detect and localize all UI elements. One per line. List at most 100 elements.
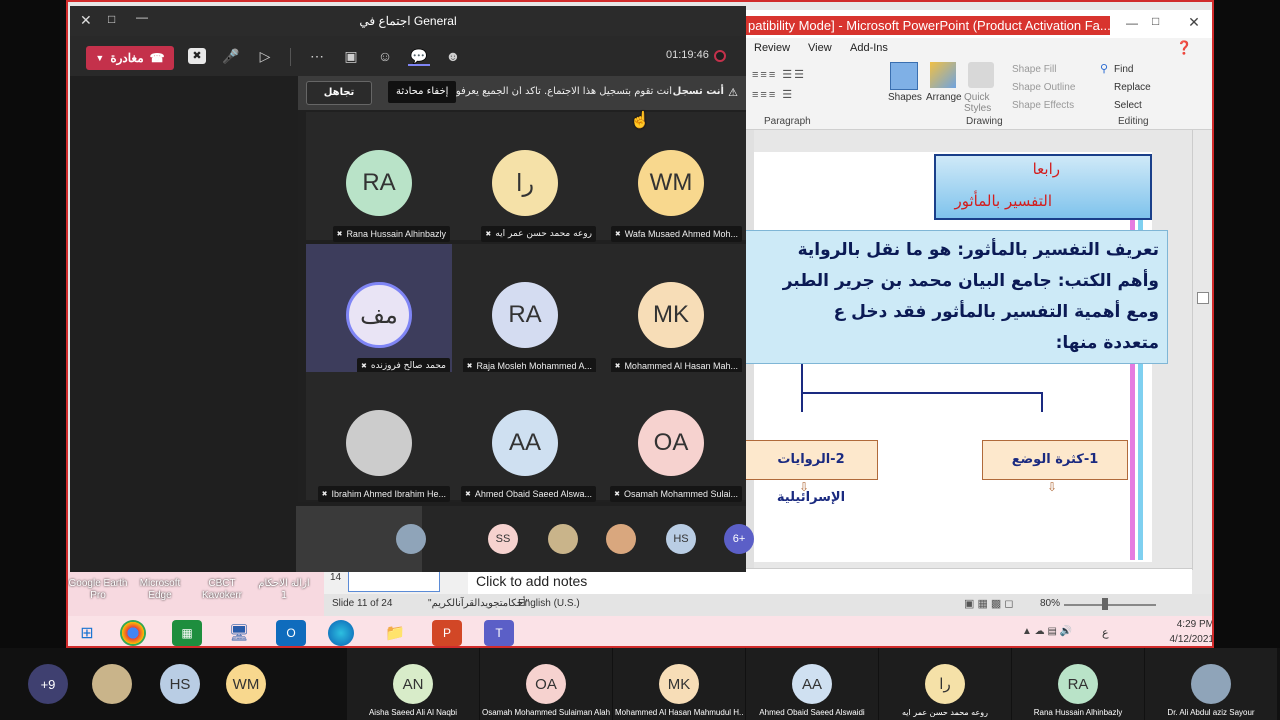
participant-tile[interactable]: AA ✖ Ahmed Obaid Saeed Alswa... [452,372,600,502]
participant-tile[interactable]: مف ✖ محمد صالح فروزنده [306,244,454,374]
language-indicator[interactable]: ع [1102,626,1109,639]
find-button[interactable]: Find [1114,64,1133,75]
shapes-button[interactable]: Shapes [888,92,922,103]
quick-styles-icon[interactable] [968,62,994,88]
shape-outline-button[interactable]: Shape Outline [1012,82,1075,93]
overflow-avatar[interactable] [606,524,636,554]
gallery-tile[interactable]: AA Ahmed Obaid Saeed Alswaidi [746,648,878,720]
slide-text-box[interactable]: تعريف التفسير بالمأثور: هو ما نقل بالروا… [744,230,1168,364]
clock-date[interactable]: 4/12/2021 [1154,634,1213,645]
overflow-avatar[interactable] [548,524,578,554]
windows-start-icon[interactable]: ⊞ [72,620,102,646]
more-participants-badge[interactable]: +9 [28,664,68,704]
scroll-thumb[interactable] [1197,292,1209,304]
participant-tile[interactable]: RA ✖ Rana Hussain Alhinbazly [306,112,454,242]
slide-title-line2: التفسير بالمأثور [954,192,1052,210]
tab-add-ins[interactable]: Add-Ins [850,42,888,54]
remote-desktop-icon[interactable]: 🖥 [224,620,254,646]
leave-button[interactable]: ▼ مغادرة ☎ [86,46,174,70]
desktop-screen: patibility Mode] - Microsoft PowerPoint … [66,0,1214,648]
gallery-avatar[interactable] [292,664,332,704]
gallery-tile[interactable]: RA Rana Hussain Alhinbazly [1012,648,1144,720]
shape-fill-button[interactable]: Shape Fill [1012,64,1056,75]
tab-review[interactable]: Review [754,42,790,54]
desktop-icon-file[interactable]: ازالة الاحكام 1 [254,578,314,602]
overflow-avatar[interactable]: SS [488,524,518,554]
connector-line [801,364,803,412]
teams-icon[interactable]: T [484,620,514,646]
tray-icons[interactable]: ▲ ☁ ▤ 🔊 [1022,626,1072,637]
participants-icon[interactable]: ☻ [442,46,464,66]
participant-name-tag: ✖ Wafa Musaed Ahmed Moh... [610,226,742,242]
recording-banner: ⚠ أنت تسجل أنت تقوم بتسجيل هذا الاجتماع.… [298,76,746,110]
quick-styles-button[interactable]: Quick Styles [964,92,1004,114]
desktop-icon-edge[interactable]: Microsoft Edge [130,578,190,602]
overflow-avatar[interactable]: HS [666,524,696,554]
vertical-scrollbar[interactable] [1192,130,1212,570]
gallery-tile[interactable]: OA Osamah Mohammed Sulaiman Alah... [480,648,612,720]
participant-tile[interactable]: RA ✖ Raja Mosleh Mohammed A... [452,244,600,374]
replace-button[interactable]: Replace [1114,82,1151,93]
recording-banner-title: أنت تسجل [672,86,724,97]
slide-thumbnail[interactable] [348,570,440,592]
participant-name: Osamah Mohammed Sulai... [623,489,738,499]
participant-tile[interactable]: WM ✖ Wafa Musaed Ahmed Moh... [598,112,746,242]
more-participants-button[interactable]: 6+ [724,524,754,554]
participant-tile[interactable]: را ✖ روعه محمد حسن عمر ايه [452,112,600,242]
gallery-tile[interactable]: AN Aisha Saeed Ali Al Naqbi [347,648,479,720]
share-stop-icon[interactable]: ✖ [188,48,206,64]
align-tools-icon[interactable]: ≡≡≡ ☰ [752,88,794,101]
dismiss-button[interactable]: تجاهل [306,81,372,105]
zoom-slider[interactable] [1064,604,1156,606]
more-options-icon[interactable]: ⋯ [306,46,328,66]
gallery-tile[interactable]: را روعه محمد حسن عمر ايه [879,648,1011,720]
microphone-icon[interactable]: 🎤 [220,46,242,66]
slide-box-1[interactable]: 1-كثرة الوضع [982,440,1128,480]
slide-box-2[interactable]: 2-الروايات الإسرائيلية [744,440,878,505]
gallery-tile[interactable]: Dr. Ali Abdul aziz Sayour [1145,648,1277,720]
chrome-icon[interactable] [120,620,146,646]
minimize-button[interactable]: — [1126,16,1138,30]
mouse-cursor-icon: ☝ [630,112,650,129]
participant-avatar [346,410,412,476]
edge-icon[interactable] [328,620,354,646]
participant-name-tag: ✖ Ahmed Obaid Saeed Alswa... [461,486,596,502]
shapes-icon[interactable] [890,62,918,90]
gallery-tile[interactable]: MK Mohammed Al Hasan Mahmudul H... [613,648,745,720]
tab-view[interactable]: View [808,42,832,54]
status-bar: Slide 11 of 24 "أحكامتجويدالقرآنالكريم" … [324,594,1212,616]
participant-tile[interactable]: MK ✖ Mohammed Al Hasan Mah... [598,244,746,374]
file-explorer-icon[interactable]: 📁 [380,620,410,646]
gallery-avatar[interactable]: WM [226,664,266,704]
powerpoint-icon[interactable]: P [432,620,462,646]
participant-avatar: OA [638,410,704,476]
view-buttons-icon[interactable]: ▣ ▦ ▩ ◻ [964,597,1013,610]
arrange-icon[interactable] [930,62,956,88]
help-icon[interactable]: ❓ [1176,40,1192,56]
outlook-icon[interactable]: O [276,620,306,646]
store-icon[interactable]: ▦ [172,620,202,646]
participant-name-tag: ✖ Rana Hussain Alhinbazly [332,226,450,242]
select-button[interactable]: Select [1114,100,1142,111]
paragraph-tools-icon[interactable]: ≡≡≡ ☰☰ [752,68,806,81]
reactions-icon[interactable]: ☺ [374,46,396,66]
maximize-button[interactable]: □ [1152,14,1159,28]
participant-tile[interactable]: ✖ Ibrahim Ahmed Ibrahim He... [306,372,454,502]
gallery-avatar[interactable]: HS [160,664,200,704]
participant-tile[interactable]: OA ✖ Osamah Mohammed Sulai... [598,372,746,502]
divider [290,48,291,66]
clock-time[interactable]: 4:29 PM [1154,619,1212,630]
gallery-avatar[interactable] [92,664,132,704]
desktop-icon-cbct[interactable]: CBCT Kavokerr [192,578,252,602]
chat-icon[interactable]: 💬 [408,46,430,66]
camera-off-icon[interactable]: ▷ [254,46,276,66]
desktop-icon-google-earth[interactable]: Google Earth Pro [68,578,128,602]
participant-name: Mohammed Al Hasan Mah... [624,361,738,371]
gallery-name: روعه محمد حسن عمر ايه [902,708,988,717]
zoom-slider-thumb[interactable] [1102,598,1108,610]
overflow-avatar[interactable] [396,524,426,554]
shape-effects-button[interactable]: Shape Effects [1012,100,1074,111]
close-button[interactable]: ✕ [1174,14,1212,34]
arrange-button[interactable]: Arrange [926,92,962,103]
share-tray-icon[interactable]: ▣ [340,46,362,66]
